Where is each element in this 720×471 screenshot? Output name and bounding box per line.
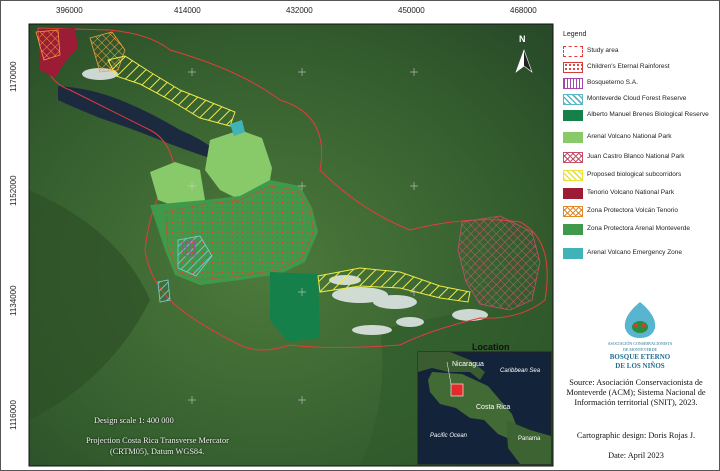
logo-line3: BOSQUE ETERNO — [609, 353, 671, 361]
acm-logo-icon — [624, 302, 656, 338]
legend-label: Zona Protectora Volcán Tenorio — [587, 207, 678, 214]
y-tick: 1170000 — [9, 61, 18, 92]
x-tick: 450000 — [398, 6, 425, 15]
source-credit: Source: Asociación Conservacionista de M… — [566, 378, 706, 407]
date-credit: Date: April 2023 — [608, 451, 664, 460]
legend-swatch-icon — [563, 62, 583, 73]
legend: Legend Study area Children's Eternal Rain… — [553, 24, 718, 274]
inset-label-panama: Panama — [518, 436, 541, 442]
legend-swatch-icon — [563, 248, 583, 259]
legend-label: Juan Castro Blanco National Park — [587, 153, 685, 160]
inset-label-costa-rica: Costa Rica — [476, 404, 511, 411]
acm-logo: ASOCIACIÓN CONSERVACIONISTA DE MONTEVERD… — [605, 300, 675, 374]
datum-text: (CRTM05), Datum WGS84. — [110, 447, 205, 456]
legend-item: Alberto Manuel Brenes Biological Reserve — [563, 106, 718, 122]
legend-item: Tenorio Volcano National Park — [563, 184, 718, 200]
legend-swatch-icon — [563, 132, 583, 143]
legend-item: Arenal Volcano Emergency Zone — [563, 244, 718, 260]
north-label: N — [519, 34, 526, 44]
legend-swatch-icon — [563, 46, 583, 57]
legend-swatch-icon — [563, 224, 583, 235]
y-tick: 1134000 — [9, 285, 18, 316]
x-tick: 396000 — [56, 6, 83, 15]
inset-label-caribbean: Caribbean Sea — [500, 368, 541, 374]
y-tick: 1152000 — [9, 175, 18, 206]
legend-label: Zona Protectora Arenal Monteverde — [587, 225, 690, 232]
legend-label: Proposed biological subcorridors — [587, 171, 682, 178]
design-credit: Cartographic design: Doris Rojas J. — [576, 431, 696, 440]
legend-item: Monteverde Cloud Forest Reserve — [563, 90, 718, 106]
legend-item: Bosqueterno S.A. — [563, 74, 718, 90]
legend-item: Zona Protectora Volcán Tenorio — [563, 202, 718, 218]
legend-swatch-icon — [563, 78, 583, 89]
legend-item: Study area — [563, 42, 718, 58]
legend-swatch-icon — [563, 188, 583, 199]
logo-line4: DE LOS NIÑOS — [615, 362, 665, 370]
x-tick: 432000 — [286, 6, 313, 15]
legend-swatch-icon — [563, 206, 583, 217]
x-tick: 468000 — [510, 6, 537, 15]
legend-item: Children's Eternal Rainforest — [563, 58, 718, 74]
legend-label: Study area — [587, 47, 619, 54]
inset-title: Location — [472, 342, 510, 352]
legend-swatch-icon — [563, 152, 583, 163]
legend-label: Bosqueterno S.A. — [587, 79, 638, 86]
legend-title: Legend — [563, 31, 587, 38]
legend-label: Tenorio Volcano National Park — [587, 189, 675, 196]
legend-label: Arenal Volcano National Park — [587, 133, 672, 140]
legend-label: Arenal Volcano Emergency Zone — [587, 249, 683, 256]
legend-item: Proposed biological subcorridors — [563, 166, 718, 182]
inset-study-area-marker — [450, 383, 464, 397]
legend-swatch-icon — [563, 94, 583, 105]
legend-item: Juan Castro Blanco National Park — [563, 148, 718, 164]
design-scale: Design scale 1: 400 000 — [94, 416, 174, 425]
legend-item: Zona Protectora Arenal Monteverde — [563, 220, 718, 236]
inset-label-nicaragua: Nicaragua — [452, 361, 484, 368]
projection-text: Projection Costa Rica Transverse Mercato… — [86, 436, 229, 445]
bosqueterno-sa — [181, 239, 197, 257]
legend-label: Children's Eternal Rainforest — [587, 63, 670, 70]
logo-line2: DE MONTEVERDE — [623, 347, 657, 352]
logo-line1: ASOCIACIÓN CONSERVACIONISTA — [607, 341, 673, 346]
y-tick: 1116000 — [9, 400, 18, 430]
legend-swatch-icon — [563, 170, 583, 181]
map-figure: 396000 414000 432000 450000 468000 11700… — [0, 0, 720, 471]
legend-item: Arenal Volcano National Park — [563, 128, 718, 144]
legend-swatch-icon — [563, 110, 583, 121]
legend-label: Alberto Manuel Brenes Biological Reserve — [587, 111, 709, 118]
legend-label: Monteverde Cloud Forest Reserve — [587, 95, 687, 102]
inset-label-pacific: Pacific Ocean — [430, 433, 468, 439]
x-tick: 414000 — [174, 6, 201, 15]
